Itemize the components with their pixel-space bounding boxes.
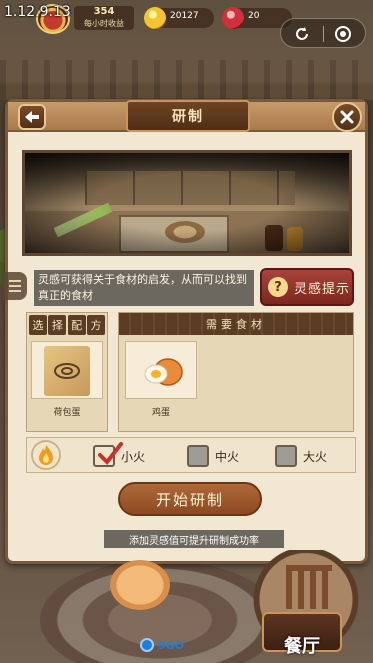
coin-icon [144,7,166,29]
version-label: 1.12.9.13 [4,4,71,20]
ingredient-name: 鸡蛋 [151,408,170,418]
capsule-divider [323,26,324,42]
income-display: 354 每小时收益 [74,6,134,30]
heat-label-medium: 中火 [215,449,240,464]
back-button[interactable] [18,104,46,130]
recipe-card[interactable] [31,341,103,399]
start-research-button[interactable]: 开始研制 [118,482,262,516]
income-value: 354 [93,6,115,17]
gem-icon [222,7,244,29]
heat-option-small[interactable]: 小火 [93,442,146,468]
question-icon: ? [268,277,288,297]
target-icon [335,26,351,42]
recipe-scroll-icon [44,346,90,396]
recipe-tab-char: 配 [67,315,86,335]
ingredient-card[interactable] [125,341,197,399]
restaurant-label: 餐厅 [284,636,320,657]
watermark-text: 9GO [157,638,185,652]
recipe-panel: 选 择 配 方 荷包蛋 [26,312,108,432]
heat-checkbox-medium[interactable] [187,445,209,467]
success-rate-tip: 添加灵感值可提升研制成功率 [104,530,284,548]
egg-icon [144,358,183,386]
recipe-name: 荷包蛋 [53,408,81,418]
inspiration-hint-text: 灵感可获得关于食材的启发，从而可以找到真正的食材 [34,270,254,306]
start-button-label: 开始研制 [155,490,224,509]
heat-option-medium[interactable]: 中火 [187,444,239,468]
hint-button-label: 灵感提示 [294,281,351,297]
dialog-title: 研制 [172,109,204,125]
ingredient-panel: 需要食材 鸡蛋 [118,312,354,432]
heat-checkbox-large[interactable] [275,445,297,467]
recipe-tab-char: 选 [29,315,47,335]
recipe-tab-char: 择 [48,315,67,335]
research-dialog: 研制 灵感可获得关于食材的启发，从而可以找到真正的食材 ? 灵感提示 选 择 配 [3,99,368,564]
refresh-icon [296,27,308,40]
close-miniprogram-button[interactable] [331,22,355,46]
ingredients-header: 需要食材 [119,313,353,335]
heat-checkbox-small[interactable] [93,442,123,467]
status-bar: 1.12.9.13 354 每小时收益 20127 20 [0,0,373,48]
refresh-button[interactable] [290,22,314,46]
income-label: 每小时收益 [84,19,124,28]
gem-value: 20 [248,11,260,21]
close-button[interactable] [332,102,362,132]
inspiration-hint-button[interactable]: ? 灵感提示 [260,268,354,306]
ingredients-header-label: 需要食材 [206,318,266,331]
watermark-logo-icon [139,638,154,652]
coin-value: 20127 [170,11,199,21]
heat-selector: 小火 中火 大火 [26,437,356,473]
chair-icon [286,565,332,609]
recipe-tabs[interactable]: 选 择 配 方 [29,315,105,337]
heat-label-large: 大火 [303,449,328,464]
fire-icon [31,440,61,470]
heat-label-small: 小火 [121,449,146,464]
cat-character [110,560,170,610]
checkmark-icon [98,442,123,466]
kitchen-scene [22,150,352,256]
close-icon [340,110,354,124]
coin-counter[interactable]: 20127 [144,7,214,29]
title-plaque: 研制 [126,100,250,132]
scene-vignette [25,153,349,253]
mini-program-capsule [280,18,366,48]
arrow-left-icon [25,111,39,123]
heat-option-large[interactable]: 大火 [275,444,327,468]
side-menu-handle[interactable] [3,272,27,300]
watermark: 9GO [132,634,192,656]
recipe-tab-char: 方 [86,315,105,335]
